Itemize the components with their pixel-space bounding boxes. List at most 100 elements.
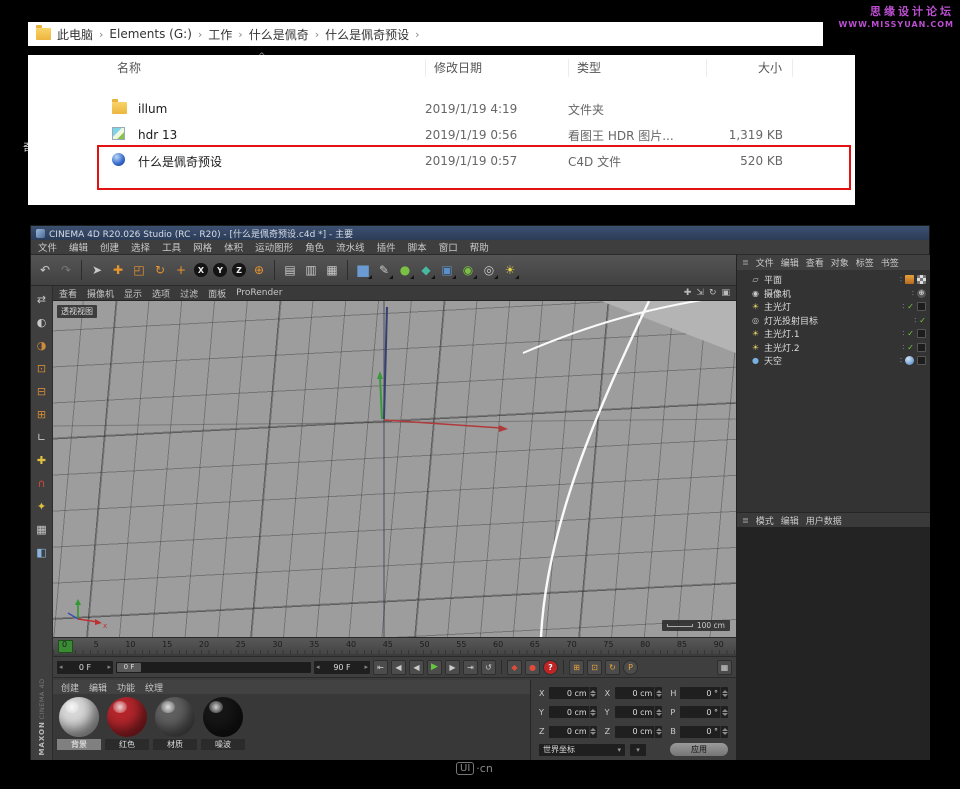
viewport-menu-item[interactable]: ProRender <box>236 288 282 298</box>
sky-texture-tag-icon[interactable] <box>905 356 914 365</box>
volume-button[interactable]: ▣ <box>438 260 456 280</box>
object-row-plane[interactable]: ▱ 平面 ∶ <box>737 273 930 287</box>
menu-item[interactable]: 选择 <box>131 240 150 254</box>
light-tag-icon[interactable] <box>917 329 926 338</box>
light-button[interactable]: ☀ <box>501 260 519 280</box>
enable-axis-button[interactable]: ✚ <box>34 452 50 468</box>
zoom-view-icon[interactable]: ⇲ <box>696 288 704 298</box>
material-item[interactable]: 材质 <box>153 697 197 757</box>
visibility-dots-icon[interactable]: ∶ <box>900 275 902 284</box>
render-settings-button[interactable]: ▦ <box>323 260 341 280</box>
menu-item[interactable]: 网格 <box>193 240 212 254</box>
record-params-button[interactable]: P <box>623 660 638 675</box>
rotation-h-field[interactable]: 0 ° <box>680 687 728 699</box>
material-item[interactable]: 背景 <box>57 697 101 757</box>
visibility-dots-icon[interactable]: ∶ <box>914 316 916 325</box>
attribute-manager-menu-item[interactable]: 模式 <box>756 514 774 527</box>
material-thumbnail[interactable] <box>155 697 195 737</box>
breadcrumb-item[interactable]: 什么是佩奇预设 <box>325 26 409 43</box>
end-frame-field[interactable]: ◂ 90 F ▸ <box>314 661 370 674</box>
viewport-menu-item[interactable]: 面板 <box>208 287 226 300</box>
file-row-c4d-preset[interactable]: 什么是佩奇预设 2019/1/19 0:57 C4D 文件 520 KB <box>28 148 855 174</box>
viewport-menu-item[interactable]: 选项 <box>152 287 170 300</box>
visibility-dots-icon[interactable]: ∶ <box>902 302 904 311</box>
loop-button[interactable]: ↺ <box>481 660 496 675</box>
add-cube-button[interactable]: ■ <box>354 260 372 280</box>
position-y-field[interactable]: 0 cm <box>549 706 597 718</box>
goto-end-button[interactable]: ⇥ <box>463 660 478 675</box>
color-mode-button[interactable]: ◧ <box>34 544 50 560</box>
snap-button[interactable]: ∩ <box>34 475 50 491</box>
light-tag-icon[interactable] <box>917 343 926 352</box>
breadcrumb-item[interactable]: 此电脑 <box>57 26 93 43</box>
texture-tag-icon[interactable] <box>905 275 914 284</box>
object-row-light-1[interactable]: ☀ 主光灯.1 ∶ ✓ <box>737 327 930 341</box>
mograph-button[interactable]: ◆ <box>417 260 435 280</box>
viewport-menu-item[interactable]: 显示 <box>124 287 142 300</box>
object-manager-menu-item[interactable]: 编辑 <box>781 256 799 269</box>
menu-item[interactable]: 体积 <box>224 240 243 254</box>
spin-left-icon[interactable]: ◂ <box>59 663 63 671</box>
slider-handle[interactable]: 0 F <box>117 663 141 672</box>
size-y-field[interactable]: 0 cm <box>615 706 663 718</box>
object-manager-menu-item[interactable]: 书签 <box>881 256 899 269</box>
timeline-slider[interactable]: 0 F <box>116 662 311 673</box>
material-menu-item[interactable]: 编辑 <box>89 681 107 694</box>
play-button[interactable]: ▶ <box>427 660 442 675</box>
target-tag-icon[interactable]: ⊕ <box>917 289 926 298</box>
menu-item[interactable]: 工具 <box>162 240 181 254</box>
visibility-dots-icon[interactable]: ∶ <box>902 329 904 338</box>
spin-left-icon[interactable]: ◂ <box>316 663 320 671</box>
texture-paint-button[interactable]: ▦ <box>34 521 50 537</box>
file-row-illum[interactable]: illum 2019/1/19 4:19 文件夹 <box>28 96 855 122</box>
material-thumbnail[interactable] <box>203 697 243 737</box>
column-header-date[interactable]: 修改日期 <box>425 59 568 77</box>
menu-item[interactable]: 运动图形 <box>255 240 293 254</box>
workplane-mode-button[interactable]: ∟ <box>34 429 50 445</box>
coordinate-system-button[interactable]: ⊕ <box>250 260 268 280</box>
render-picture-viewer-button[interactable]: ▥ <box>302 260 320 280</box>
visibility-dots-icon[interactable]: ∶ <box>900 356 902 365</box>
stepper-icon[interactable] <box>720 706 728 718</box>
size-x-field[interactable]: 0 cm <box>615 687 663 699</box>
file-row-hdr13[interactable]: hdr 13 2019/1/19 0:56 看图王 HDR 图片... 1,31… <box>28 122 855 148</box>
simulate-button[interactable]: ◉ <box>459 260 477 280</box>
object-row-main-light[interactable]: ☀ 主光灯 ∶ ✓ <box>737 300 930 314</box>
column-header-type[interactable]: 类型 <box>568 59 706 77</box>
rotation-b-field[interactable]: 0 ° <box>680 726 728 738</box>
record-button[interactable]: ● <box>525 660 540 675</box>
attribute-manager-menu-item[interactable]: 用户数据 <box>806 514 842 527</box>
position-x-field[interactable]: 0 cm <box>549 687 597 699</box>
make-editable-button[interactable]: ⇄ <box>34 291 50 307</box>
rotate-tool[interactable]: ↻ <box>151 260 169 280</box>
menu-item[interactable]: 角色 <box>305 240 324 254</box>
object-row-light-2[interactable]: ☀ 主光灯.2 ∶ ✓ <box>737 341 930 355</box>
prev-frame-button[interactable]: ◀ <box>409 660 424 675</box>
compositing-tag-icon[interactable] <box>917 275 926 284</box>
edges-mode-button[interactable]: ⊟ <box>34 383 50 399</box>
menu-item[interactable]: 窗口 <box>439 240 458 254</box>
rotation-p-field[interactable]: 0 ° <box>680 706 728 718</box>
material-item[interactable]: 噪波 <box>201 697 245 757</box>
menu-item[interactable]: 脚本 <box>408 240 427 254</box>
goto-start-button[interactable]: ⇤ <box>373 660 388 675</box>
next-frame-button[interactable]: ▶ <box>445 660 460 675</box>
menu-item[interactable]: 插件 <box>377 240 396 254</box>
viewport-menu-item[interactable]: 摄像机 <box>87 287 114 300</box>
material-item[interactable]: 红色 <box>105 697 149 757</box>
breadcrumb-item[interactable]: Elements (G:) <box>109 27 191 41</box>
camera-button[interactable]: ◎ <box>480 260 498 280</box>
viewport-menu-item[interactable]: 过滤 <box>180 287 198 300</box>
material-thumbnail[interactable] <box>59 697 99 737</box>
size-z-field[interactable]: 0 cm <box>615 726 663 738</box>
visibility-dots-icon[interactable]: ∶ <box>912 289 914 298</box>
stepper-icon[interactable] <box>654 726 662 738</box>
column-header-size[interactable]: 大小 <box>706 59 793 77</box>
spin-right-icon[interactable]: ▸ <box>364 663 368 671</box>
stepper-icon[interactable] <box>654 687 662 699</box>
scale-tool[interactable]: ◰ <box>130 260 148 280</box>
toggle-views-icon[interactable]: ▣ <box>721 288 730 298</box>
breadcrumb-item[interactable]: 工作 <box>208 26 232 43</box>
generators-button[interactable]: ● <box>396 260 414 280</box>
start-frame-field[interactable]: ◂ 0 F ▸ <box>57 661 113 674</box>
